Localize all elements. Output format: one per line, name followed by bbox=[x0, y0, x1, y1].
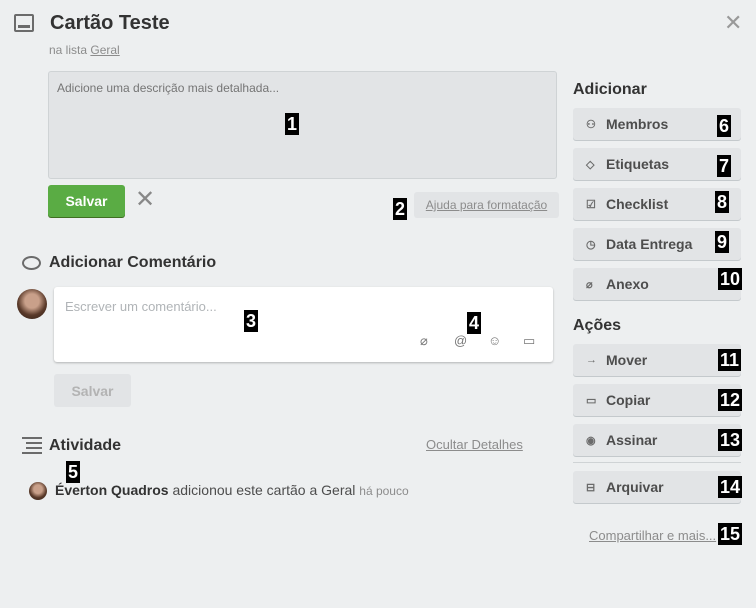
formatting-help-link[interactable]: Ajuda para formatação bbox=[414, 192, 559, 218]
activity-avatar[interactable] bbox=[29, 482, 47, 500]
attachment-button[interactable]: ⌀ Anexo bbox=[573, 268, 741, 300]
move-label: Mover bbox=[606, 352, 648, 368]
annotation-badge: 10 bbox=[718, 268, 743, 290]
archive-label: Arquivar bbox=[606, 479, 664, 495]
save-description-button[interactable]: Salvar bbox=[48, 185, 125, 217]
labels-label: Etiquetas bbox=[606, 156, 670, 172]
annotation-badge: 12 bbox=[718, 389, 743, 411]
share-more-link[interactable]: Compartilhar e mais... bbox=[589, 528, 716, 543]
activity-heading: Atividade bbox=[49, 437, 122, 454]
mention-icon[interactable]: @ bbox=[454, 333, 467, 348]
activity-action: adicionou este cartão a Geral bbox=[172, 482, 356, 498]
annotation-badge: 6 bbox=[717, 115, 732, 137]
paperclip-icon: ⌀ bbox=[586, 278, 593, 291]
annotation-badge: 11 bbox=[718, 349, 742, 371]
copy-button[interactable]: ▭ Copiar bbox=[573, 384, 741, 416]
annotation-badge: 8 bbox=[715, 191, 730, 213]
attachment-label: Anexo bbox=[606, 276, 649, 292]
emoji-icon[interactable]: ☺ bbox=[488, 333, 501, 348]
actions-heading: Ações bbox=[573, 317, 622, 334]
checkbox-icon: ☑ bbox=[586, 198, 596, 211]
list-link[interactable]: Geral bbox=[90, 43, 119, 57]
labels-button[interactable]: ◇ Etiquetas bbox=[573, 148, 741, 180]
eye-icon: ◉ bbox=[586, 434, 596, 447]
comment-placeholder: Escrever um comentário... bbox=[65, 299, 217, 314]
annotation-badge: 5 bbox=[66, 461, 81, 483]
annotation-badge: 15 bbox=[718, 523, 743, 545]
card-title[interactable]: Cartão Teste bbox=[50, 12, 170, 35]
clock-icon: ◷ bbox=[586, 238, 596, 251]
annotation-badge: 2 bbox=[393, 198, 408, 220]
tag-icon: ◇ bbox=[586, 158, 595, 171]
subscribe-button[interactable]: ◉ Assinar bbox=[573, 424, 741, 456]
activity-user[interactable]: Éverton Quadros bbox=[55, 482, 169, 498]
user-icon: ⚇ bbox=[586, 118, 596, 131]
activity-time[interactable]: há pouco bbox=[359, 484, 408, 498]
add-heading: Adicionar bbox=[573, 81, 647, 98]
add-comment-heading: Adicionar Comentário bbox=[49, 254, 217, 271]
card-icon bbox=[14, 14, 34, 32]
card-icon: ▭ bbox=[586, 394, 597, 407]
annotation-badge: 3 bbox=[244, 310, 259, 332]
description-input[interactable] bbox=[48, 71, 557, 179]
due-date-label: Data Entrega bbox=[606, 236, 693, 252]
annotation-badge: 1 bbox=[285, 113, 300, 135]
copy-label: Copiar bbox=[606, 392, 651, 408]
close-icon[interactable]: ✕ bbox=[724, 12, 742, 34]
checklist-label: Checklist bbox=[606, 196, 669, 212]
cancel-edit-icon[interactable]: ✕ bbox=[135, 188, 155, 212]
annotation-badge: 9 bbox=[715, 231, 730, 253]
activity-entry: Éverton Quadros adicionou este cartão a … bbox=[55, 482, 409, 498]
annotation-badge: 4 bbox=[467, 312, 482, 334]
list-reference: na lista Geral bbox=[49, 43, 120, 57]
members-label: Membros bbox=[606, 116, 669, 132]
arrow-right-icon: → bbox=[586, 354, 597, 366]
move-button[interactable]: → Mover bbox=[573, 344, 741, 376]
divider bbox=[573, 462, 741, 463]
hide-details-link[interactable]: Ocultar Detalhes bbox=[426, 437, 523, 452]
subscribe-label: Assinar bbox=[606, 432, 658, 448]
save-comment-button[interactable]: Salvar bbox=[54, 374, 131, 407]
list-prefix: na lista bbox=[49, 43, 88, 57]
activity-icon bbox=[22, 437, 42, 454]
members-button[interactable]: ⚇ Membros bbox=[573, 108, 741, 140]
avatar[interactable] bbox=[17, 289, 47, 319]
annotation-badge: 13 bbox=[718, 429, 743, 451]
card-embed-icon[interactable]: ▭ bbox=[523, 333, 535, 349]
comment-icon bbox=[22, 256, 41, 270]
attachment-icon[interactable]: ⌀ bbox=[420, 333, 428, 349]
archive-button[interactable]: ⊟ Arquivar bbox=[573, 471, 741, 503]
annotation-badge: 14 bbox=[718, 476, 743, 498]
annotation-badge: 7 bbox=[717, 155, 732, 177]
archive-icon: ⊟ bbox=[586, 481, 596, 494]
